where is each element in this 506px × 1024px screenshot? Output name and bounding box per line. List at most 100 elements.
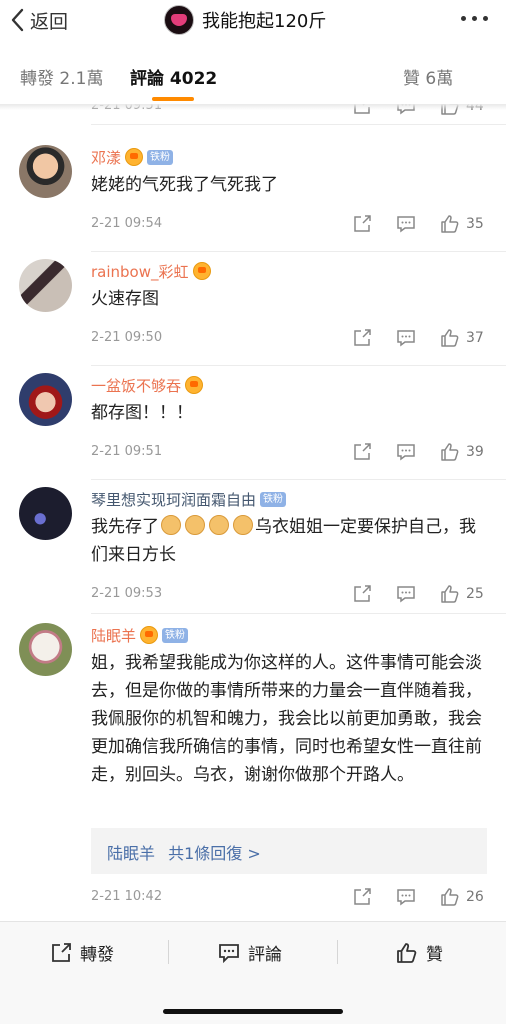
account-avatar (164, 5, 194, 35)
reply-button[interactable] (396, 328, 440, 348)
like-button[interactable]: 35 (440, 214, 484, 234)
comment-text: 火速存图 (91, 289, 159, 309)
share-button[interactable] (352, 584, 396, 604)
comment-author: 一盆饭不够吞 (91, 375, 204, 396)
reply-button[interactable] (396, 442, 440, 462)
avatar[interactable] (19, 373, 72, 426)
avatar[interactable] (19, 623, 72, 676)
reply-summary[interactable]: 共1條回復 > (168, 844, 261, 863)
like-button[interactable]: 25 (440, 584, 484, 604)
comment-text: 姥姥的气死我了气死我了 (91, 175, 278, 195)
reply-button[interactable] (396, 584, 440, 604)
doge-emoji-icon (185, 515, 205, 535)
comment-author: rainbow_彩虹 (91, 261, 211, 281)
comment-time: 2-21 09:51 (91, 444, 163, 459)
nav-title-group[interactable]: 我能抱起120斤 (164, 3, 326, 37)
like-button[interactable]: 37 (440, 328, 484, 348)
divider (91, 124, 506, 125)
home-indicator (163, 1009, 343, 1014)
more-icon[interactable] (461, 16, 488, 21)
back-label: 返回 (30, 10, 69, 33)
comment-actions: 39 (352, 442, 484, 462)
like-button[interactable]: 26 (440, 887, 484, 907)
member-crown-icon (185, 376, 204, 394)
tab-indicator (152, 97, 194, 101)
divider (337, 940, 338, 964)
comment-icon (219, 943, 239, 963)
comment-time: 2-21 09:54 (91, 216, 163, 231)
thumbs-up-icon (441, 329, 459, 347)
repost-button[interactable]: 轉發 (50, 940, 114, 965)
username[interactable]: 琴里想实现珂润面霜自由 (91, 489, 256, 510)
comment-icon (397, 586, 415, 603)
comment-icon (397, 216, 415, 233)
tab-bar: 轉發 2.1萬 評論 4022 贊 6萬 (0, 42, 506, 104)
member-crown-icon (192, 262, 211, 280)
reply-author[interactable]: 陆眠羊 (107, 844, 155, 863)
comment-actions: 35 (352, 214, 484, 234)
share-icon (354, 443, 371, 460)
avatar[interactable] (19, 487, 72, 540)
thumbs-up-icon (441, 585, 459, 603)
divider (91, 251, 506, 252)
share-icon (354, 329, 371, 346)
thumbs-up-icon (441, 888, 459, 906)
doge-emoji-icon (161, 515, 181, 535)
tab-comments[interactable]: 評論 4022 (130, 64, 217, 89)
comment-time: 2-21 09:53 (91, 586, 163, 601)
repost-label: 轉發 (80, 945, 114, 965)
share-button[interactable] (352, 214, 396, 234)
comment-label: 評論 (248, 945, 282, 965)
share-icon (52, 942, 71, 962)
share-icon (354, 585, 371, 602)
bottom-action-bar: 轉發 評論 贊 (0, 921, 506, 1024)
avatar[interactable] (19, 145, 72, 198)
like-label: 贊 (426, 945, 443, 965)
divider (91, 479, 506, 480)
doge-emoji-icon (209, 515, 229, 535)
share-button[interactable] (352, 328, 396, 348)
username[interactable]: 邓漾 (91, 147, 121, 168)
like-post-button[interactable]: 贊 (396, 940, 443, 965)
avatar[interactable] (19, 259, 72, 312)
comment-icon (397, 444, 415, 461)
comment-icon (397, 889, 415, 906)
divider (91, 365, 506, 366)
comment-text: 我先存了 乌衣姐姐一定要保护自己，我们来日方长 (91, 513, 491, 569)
like-count: 39 (466, 444, 484, 460)
fan-badge: 铁粉 (260, 491, 287, 507)
comment-list[interactable]: 2-21 09:51 44 邓漾 铁粉 姥姥的气死我了气死我了 2-21 09:… (0, 104, 506, 922)
comment-author: 陆眠羊 铁粉 (91, 625, 189, 646)
fan-badge: 铁粉 (162, 627, 189, 643)
comment-author: 琴里想实现珂润面霜自由 铁粉 (91, 489, 287, 510)
comment-author: 邓漾 铁粉 (91, 147, 174, 168)
divider (91, 613, 506, 614)
comment-button[interactable]: 評論 (218, 940, 282, 965)
replies-preview[interactable]: 陆眠羊 共1條回復 > (91, 828, 487, 874)
tab-reposts[interactable]: 轉發 2.1萬 (20, 64, 103, 89)
comment-actions: 25 (352, 584, 484, 604)
member-crown-icon (125, 148, 144, 166)
tab-likes[interactable]: 贊 6萬 (403, 64, 453, 89)
username[interactable]: 一盆饭不够吞 (91, 375, 181, 396)
share-icon (354, 215, 371, 232)
username[interactable]: 陆眠羊 (91, 625, 136, 646)
share-button[interactable] (352, 887, 396, 907)
reply-button[interactable] (396, 214, 440, 234)
reply-button[interactable] (396, 887, 440, 907)
fan-badge: 铁粉 (147, 149, 174, 165)
thumbs-up-icon (441, 215, 459, 233)
member-crown-icon (140, 626, 159, 644)
comment-text: 都存图！！！ (91, 403, 193, 423)
comment-text: 姐，我希望我能成为你这样的人。这件事情可能会淡去，但是你做的事情所带来的力量会一… (91, 653, 482, 785)
like-button[interactable]: 39 (440, 442, 484, 462)
comment-time: 2-21 09:50 (91, 330, 163, 345)
share-button[interactable] (352, 442, 396, 462)
share-icon (354, 888, 371, 905)
comment-actions: 26 (352, 887, 484, 907)
top-nav: 返回 我能抱起120斤 (0, 0, 506, 42)
thumbs-up-icon (397, 942, 417, 963)
back-button[interactable]: 返回 (10, 6, 68, 34)
comment-time: 2-21 10:42 (91, 889, 163, 904)
username[interactable]: rainbow_彩虹 (91, 261, 189, 282)
